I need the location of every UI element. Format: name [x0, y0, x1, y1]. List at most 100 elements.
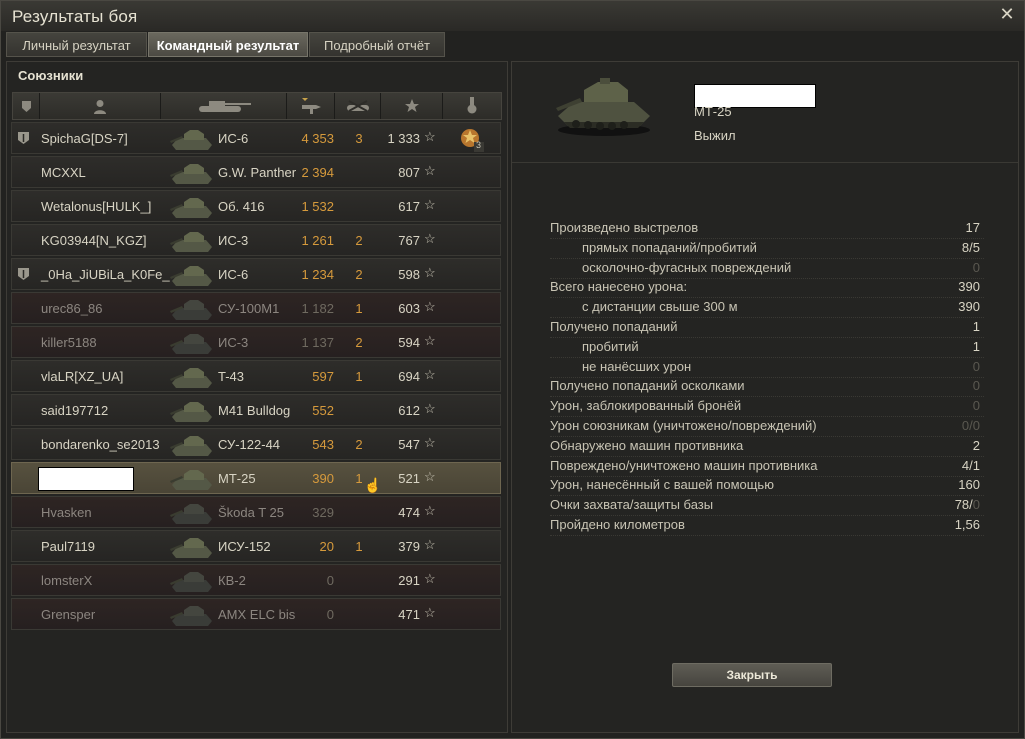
medal-icon[interactable]	[443, 93, 501, 119]
stat-value-dim: 0	[972, 497, 980, 513]
stat-row: Получено попаданий осколками 0	[550, 376, 984, 398]
xp-value: 474	[398, 505, 420, 520]
table-row[interactable]: urec86_86 СУ-100М1 1 182 1 603 ☆	[11, 292, 501, 324]
title-bar[interactable]: Результаты боя ✕	[1, 1, 1024, 31]
tank-name: ИС-3	[218, 335, 249, 350]
stat-label: Пройдено километров	[550, 517, 685, 532]
player-name: _0Ha_JiUBiLa_K0Fe_	[41, 267, 170, 282]
window-title: Результаты боя	[12, 7, 138, 26]
xp-value: 694	[398, 369, 420, 384]
stat-label: Получено попаданий	[550, 319, 678, 334]
tank-icon	[168, 227, 216, 255]
xp-value: 598	[398, 267, 420, 282]
xp-icon[interactable]	[381, 93, 443, 119]
player-icon[interactable]	[40, 93, 161, 119]
stat-value: 1,56	[954, 517, 980, 532]
tank-icon	[168, 533, 216, 561]
damage-value: 0	[326, 607, 334, 622]
player-name: killer5188	[41, 335, 97, 350]
kills-value: 2	[355, 335, 363, 350]
star-icon: ☆	[424, 401, 436, 416]
tank-icon	[168, 465, 216, 493]
damage-value: 4 353	[301, 131, 334, 146]
battle-results-window: Результаты боя ✕ Личный результат Команд…	[0, 0, 1025, 739]
table-row[interactable]: lomsterX КВ-2 0 291 ☆	[11, 564, 501, 596]
stat-row: Пройдено километров 1,56	[550, 515, 984, 536]
table-row[interactable]: killer5188 ИС-3 1 137 2 594 ☆	[11, 326, 501, 358]
table-row[interactable]: _0Ha_JiUBiLa_K0Fe_ ИС-6 1 234 2 598 ☆	[11, 258, 501, 290]
stat-row: Очки захвата/защиты базы 78/0	[550, 495, 984, 517]
table-row[interactable]: Hvasken Škoda T 25 329 474 ☆	[11, 496, 501, 528]
player-name: Paul7119	[41, 539, 95, 554]
tank-name: КВ-2	[218, 573, 246, 588]
stat-label: Урон, заблокированный бронёй	[550, 398, 742, 414]
stat-label: пробитий	[582, 338, 639, 354]
damage-icon[interactable]	[287, 93, 335, 119]
stat-value: 390	[958, 279, 980, 295]
stat-value: 0	[972, 398, 980, 414]
table-row[interactable]: SpichaG[DS-7] ИС-6 4 353 3 1 333 ☆ 3	[11, 122, 501, 154]
tank-icon[interactable]	[161, 93, 287, 119]
stat-label: Очки захвата/защиты базы	[550, 497, 714, 513]
kills-value: 2	[355, 233, 363, 248]
vehicle-status: Выжил	[694, 128, 736, 143]
tab-personal[interactable]: Личный результат	[6, 32, 147, 57]
table-row[interactable]: MCXXL G.W. Panther 2 394 807 ☆	[11, 156, 501, 188]
vehicle-detail-panel: МТ-25 Выжил Произведено выстрелов 17 прямы…	[511, 61, 1019, 733]
rank-icon[interactable]	[13, 93, 40, 119]
tab-detailed[interactable]: Подробный отчёт	[309, 32, 445, 57]
tank-icon	[168, 397, 216, 425]
tank-icon	[168, 601, 216, 629]
xp-value: 547	[398, 437, 420, 452]
stat-row: прямых попаданий/пробитий 8/5	[550, 238, 984, 259]
tank-name: Об. 416	[218, 199, 265, 214]
table-row[interactable]: Wetalonus[HULK_] Об. 416 1 532 617 ☆	[11, 190, 501, 222]
kills-value: 1	[355, 301, 363, 316]
table-row[interactable]: Grensper AMX ELC bis 0 471 ☆	[11, 598, 501, 630]
damage-value: 2 394	[301, 165, 334, 180]
kills-value: 2	[355, 267, 363, 282]
kills-value: 1	[355, 369, 363, 384]
table-row[interactable]: said197712 M41 Bulldog 552 612 ☆	[11, 394, 501, 426]
rank-icon	[17, 131, 30, 145]
tank-icon	[168, 193, 216, 221]
tab-team[interactable]: Командный результат	[148, 32, 308, 57]
damage-value: 0	[326, 573, 334, 588]
column-header	[12, 92, 502, 120]
tank-name: ИС-6	[218, 131, 249, 146]
damage-value: 1 234	[301, 267, 334, 282]
tank-icon	[168, 329, 216, 357]
kills-icon[interactable]	[335, 93, 381, 119]
table-row[interactable]: Paul7119 ИСУ-152 20 1 379 ☆	[11, 530, 501, 562]
damage-value: 329	[312, 505, 334, 520]
star-icon: ☆	[424, 469, 436, 484]
damage-value: 552	[312, 403, 334, 418]
table-row[interactable]: vlaLR[XZ_UA] T-43 597 1 694 ☆	[11, 360, 501, 392]
stat-value: 0	[972, 358, 980, 374]
stat-label: Повреждено/уничтожено машин противника	[550, 457, 818, 473]
tank-name: ИСУ-152	[218, 539, 271, 554]
damage-value: 390	[312, 471, 334, 486]
star-icon: ☆	[424, 299, 436, 314]
stat-label: не нанёсших урон	[582, 358, 692, 374]
kills-value: 3	[355, 131, 363, 146]
stat-value: 0	[972, 259, 980, 275]
star-icon: ☆	[424, 503, 436, 518]
star-icon: ☆	[424, 197, 436, 212]
stat-value: 2	[972, 437, 980, 453]
table-row[interactable]: МТ-25 390 1 521 ☆	[11, 462, 501, 494]
xp-value: 291	[398, 573, 420, 588]
table-row[interactable]: bondarenko_se2013 СУ-122-44 543 2 547 ☆	[11, 428, 501, 460]
stat-row: Всего нанесено урона: 390	[550, 277, 984, 299]
stat-label: Урон союзникам (уничтожено/повреждений)	[550, 418, 817, 433]
table-row[interactable]: KG03944[N_KGZ] ИС-3 1 261 2 767 ☆	[11, 224, 501, 256]
damage-value: 20	[319, 539, 334, 554]
close-button[interactable]: Закрыть	[672, 663, 832, 687]
star-icon: ☆	[424, 129, 436, 144]
damage-value: 543	[312, 437, 334, 452]
tank-name: СУ-122-44	[218, 437, 281, 452]
medal-icon[interactable]: 3	[458, 126, 484, 152]
close-icon[interactable]: ✕	[998, 5, 1016, 23]
medal-count: 3	[476, 140, 482, 150]
tank-name: СУ-100М1	[218, 301, 280, 316]
